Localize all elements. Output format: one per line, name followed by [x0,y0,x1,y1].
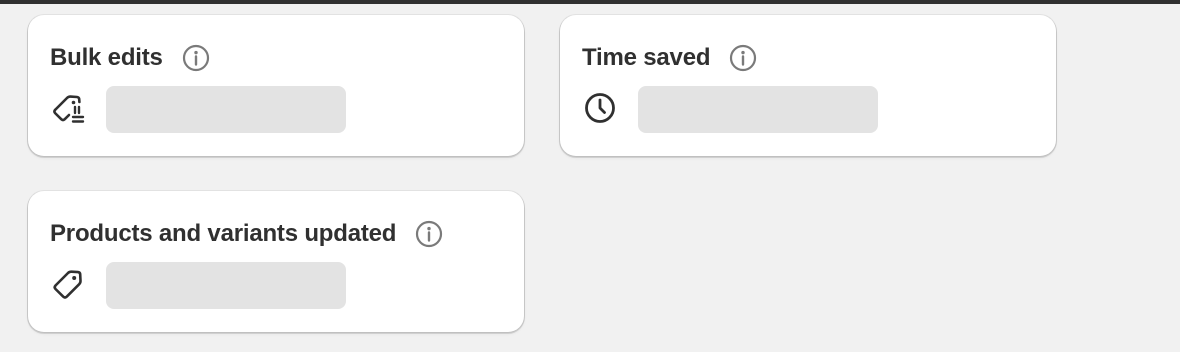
info-circle-icon[interactable] [181,43,211,73]
bulk-edits-title: Bulk edits [50,44,163,71]
tag-icon [50,266,86,302]
time-saved-title: Time saved [582,44,711,71]
products-variants-value-skeleton [106,262,346,309]
time-saved-value-skeleton [638,86,878,133]
info-circle-icon[interactable] [414,219,444,249]
top-border-bar [0,0,1180,4]
tag-edit-icon [50,90,86,126]
bulk-edits-title-row: Bulk edits [50,42,211,74]
bulk-edits-card: Bulk edits [28,15,524,156]
products-variants-updated-title: Products and variants updated [50,220,397,247]
clock-icon [582,90,618,126]
time-saved-card: Time saved [560,15,1056,156]
time-saved-title-row: Time saved [582,42,758,74]
products-variants-title-row: Products and variants updated [50,218,444,250]
products-variants-updated-card: Products and variants updated [28,191,524,332]
info-circle-icon[interactable] [728,43,758,73]
bulk-edits-value-skeleton [106,86,346,133]
